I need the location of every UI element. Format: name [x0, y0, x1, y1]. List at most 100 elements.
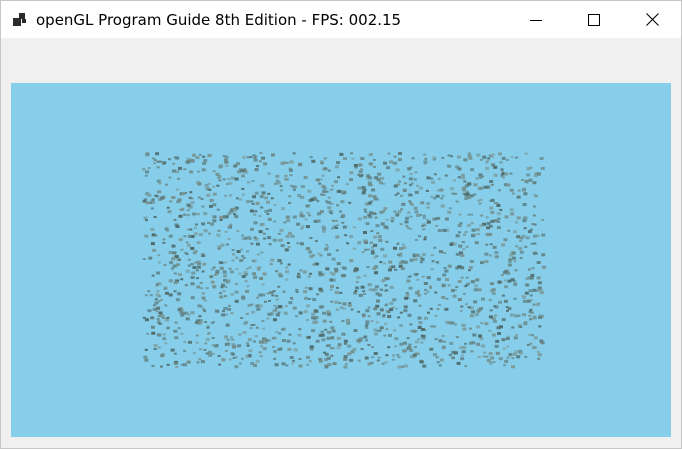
particle — [342, 302, 347, 306]
particle — [420, 201, 425, 205]
particle — [175, 225, 180, 228]
particle — [303, 290, 308, 294]
particle — [162, 337, 167, 341]
particle — [337, 343, 342, 347]
particle — [340, 274, 345, 278]
particle — [537, 357, 541, 360]
particle — [356, 275, 361, 279]
particle — [382, 314, 386, 316]
particle — [352, 247, 356, 250]
particle — [260, 340, 264, 344]
particle — [513, 230, 517, 234]
maximize-button[interactable] — [565, 1, 623, 38]
particle — [379, 210, 384, 214]
particle — [516, 216, 521, 220]
particle — [299, 213, 304, 217]
particle — [242, 193, 245, 196]
particle — [408, 343, 412, 346]
particle — [262, 272, 267, 276]
particle — [277, 285, 281, 288]
opengl-viewport[interactable] — [11, 83, 671, 437]
particle — [204, 342, 208, 345]
particle — [194, 321, 199, 324]
particle — [273, 318, 277, 322]
particle — [392, 298, 397, 302]
particle — [207, 221, 210, 224]
particle — [397, 356, 401, 359]
minimize-button[interactable] — [507, 1, 565, 38]
particle — [309, 255, 314, 259]
particle — [190, 201, 195, 205]
particle — [415, 291, 420, 295]
particle — [503, 238, 508, 242]
particle — [226, 243, 229, 246]
particle — [268, 291, 272, 294]
particle — [525, 236, 530, 240]
particle — [219, 215, 224, 219]
particle — [384, 361, 388, 364]
particle — [325, 267, 330, 271]
particle — [153, 162, 157, 165]
particle — [144, 234, 149, 238]
particle — [429, 347, 434, 351]
particle — [370, 200, 374, 203]
particle — [339, 306, 343, 309]
particle — [447, 264, 452, 268]
particle — [316, 200, 320, 203]
particle — [430, 254, 434, 257]
particle — [528, 178, 533, 182]
particle — [408, 177, 413, 181]
particle — [272, 238, 277, 242]
particle — [524, 355, 528, 358]
particle — [156, 306, 160, 309]
title-bar[interactable]: openGL Program Guide 8th Edition - FPS: … — [1, 1, 681, 38]
particle — [145, 170, 149, 174]
particle — [334, 165, 339, 169]
particle — [451, 357, 455, 359]
minimize-icon — [530, 19, 542, 21]
particle — [480, 175, 484, 178]
particle — [472, 333, 477, 337]
particle — [370, 361, 374, 364]
particle — [223, 158, 228, 162]
particle — [256, 307, 261, 311]
particle — [232, 357, 236, 359]
particle — [288, 301, 293, 305]
particle — [253, 275, 258, 279]
particle — [478, 202, 482, 205]
close-button[interactable] — [623, 1, 681, 38]
particle — [150, 316, 154, 319]
particle — [218, 261, 223, 265]
particle — [160, 298, 163, 301]
particle — [473, 193, 477, 196]
particle — [336, 161, 340, 165]
particle — [263, 340, 268, 344]
particle — [484, 260, 489, 263]
particle — [412, 253, 416, 256]
particle — [260, 345, 263, 348]
particle — [415, 253, 420, 257]
particle — [236, 229, 240, 232]
particle — [342, 307, 346, 310]
particle — [271, 294, 275, 297]
particle — [231, 338, 235, 341]
particle — [318, 333, 323, 337]
particle — [189, 170, 194, 174]
particle — [253, 221, 258, 225]
particle — [331, 184, 335, 187]
particle — [281, 339, 286, 342]
particle — [157, 333, 162, 337]
particle — [442, 228, 447, 232]
particle — [286, 242, 290, 244]
particle — [437, 177, 441, 180]
particle — [494, 344, 499, 348]
particle — [145, 152, 150, 156]
particle — [526, 167, 531, 171]
particle — [299, 242, 304, 246]
particle — [316, 293, 319, 296]
particle — [470, 280, 475, 284]
particle — [330, 326, 335, 330]
particle — [269, 312, 274, 316]
particle — [207, 182, 211, 185]
particle — [195, 334, 199, 337]
